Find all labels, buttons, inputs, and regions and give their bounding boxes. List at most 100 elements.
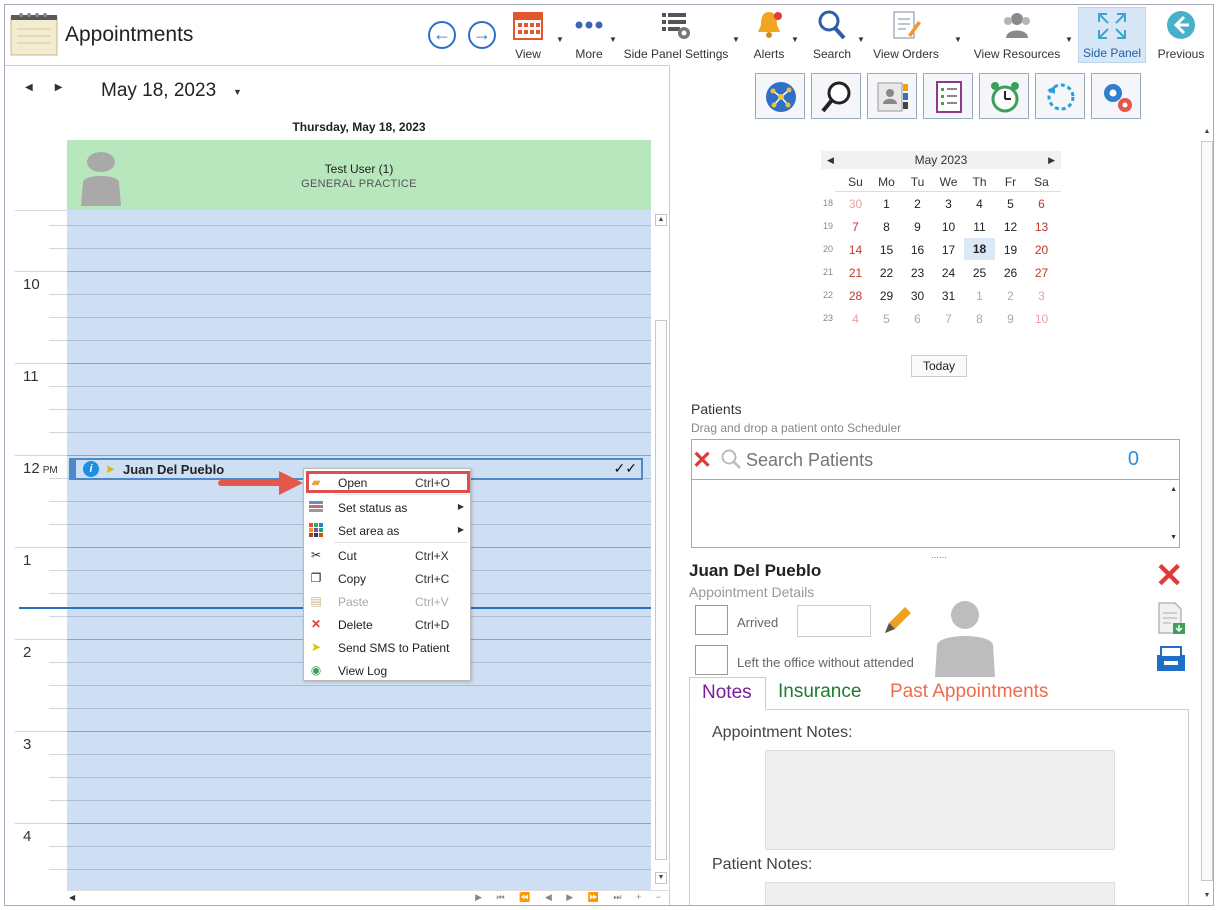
calendar-day[interactable]: 4 <box>964 197 995 211</box>
calendar-day[interactable]: 3 <box>1026 289 1057 303</box>
calendar-day[interactable]: 16 <box>902 243 933 257</box>
view-orders-button[interactable]: View Orders <box>869 7 943 63</box>
more-dropdown-icon[interactable]: ▼ <box>609 35 617 44</box>
back-arrow-icon[interactable]: ← <box>428 21 456 49</box>
menu-item-copy[interactable]: ❐ Copy Ctrl+C <box>304 567 470 590</box>
scroll-up-icon[interactable]: ▲ <box>655 214 667 226</box>
splitter-handle[interactable]: ⋯⋯ <box>931 553 947 562</box>
side-panel-settings-button[interactable]: Side Panel Settings <box>622 7 730 63</box>
scroll-thumb[interactable] <box>655 320 667 860</box>
menu-item-send-sms[interactable]: ➤ Send SMS to Patient <box>304 636 470 659</box>
view-resources-button[interactable]: View Resources <box>970 7 1064 63</box>
date-dropdown-icon[interactable]: ▼ <box>233 87 242 97</box>
calendar-day[interactable]: 7 <box>840 220 871 234</box>
arrived-checkbox[interactable] <box>695 605 728 635</box>
resources-dropdown-icon[interactable]: ▼ <box>1065 35 1073 44</box>
more-button[interactable]: More <box>567 7 611 63</box>
calendar-day[interactable]: 18 <box>964 238 995 260</box>
info-icon[interactable]: i <box>83 461 99 477</box>
scroll-down-icon[interactable]: ▼ <box>655 872 667 884</box>
calendar-day[interactable]: 10 <box>933 220 964 234</box>
resource-navigator[interactable]: ▶ ⏮ ⏪ ◀ ▶ ⏩ ⏭ + − <box>475 892 667 903</box>
calendar-day[interactable]: 7 <box>933 312 964 326</box>
checklist-button[interactable] <box>923 73 973 119</box>
calendar-day[interactable]: 15 <box>871 243 902 257</box>
calendar-day[interactable]: 30 <box>840 197 871 211</box>
clear-search-icon[interactable]: ✕ <box>692 446 712 475</box>
calendar-day[interactable]: 17 <box>933 243 964 257</box>
contact-card-button[interactable] <box>867 73 917 119</box>
scroll-left-icon[interactable]: ◀ <box>69 893 75 902</box>
orders-dropdown-icon[interactable]: ▼ <box>954 35 962 44</box>
calendar-day[interactable]: 13 <box>1026 220 1057 234</box>
calendar-day[interactable]: 1 <box>871 197 902 211</box>
calendar-day[interactable]: 1 <box>964 289 995 303</box>
calendar-day[interactable]: 29 <box>871 289 902 303</box>
close-details-icon[interactable]: ✕ <box>1155 559 1184 593</box>
document-download-icon[interactable] <box>1155 601 1187 635</box>
view-dropdown-icon[interactable]: ▼ <box>556 35 564 44</box>
calendar-day[interactable]: 27 <box>1026 266 1057 280</box>
menu-item-paste[interactable]: ▤ Paste Ctrl+V <box>304 590 470 613</box>
tab-notes[interactable]: Notes <box>689 677 766 710</box>
settings-button[interactable] <box>1091 73 1141 119</box>
forward-arrow-icon[interactable]: → <box>468 21 496 49</box>
calendar-day[interactable]: 5 <box>871 312 902 326</box>
calendar-day[interactable]: 21 <box>840 266 871 280</box>
tab-insurance[interactable]: Insurance <box>766 677 873 710</box>
prev-day-icon[interactable]: ◀ <box>25 82 33 93</box>
side-panel-scrollbar[interactable]: ▲ ▼ <box>1199 125 1213 905</box>
calendar-day[interactable]: 12 <box>995 220 1026 234</box>
calendar-day[interactable]: 19 <box>995 243 1026 257</box>
calendar-day[interactable]: 8 <box>871 220 902 234</box>
left-office-checkbox[interactable] <box>695 645 728 675</box>
search-button[interactable]: Search <box>807 7 857 63</box>
menu-item-set-status[interactable]: Set status as ▶ <box>304 496 470 519</box>
calendar-day[interactable]: 22 <box>871 266 902 280</box>
alarm-button[interactable] <box>979 73 1029 119</box>
pencil-icon[interactable] <box>881 603 915 637</box>
calendar-day[interactable]: 8 <box>964 312 995 326</box>
scheduler-vertical-scrollbar[interactable]: ▲ ▼ <box>653 210 669 890</box>
scroll-thumb[interactable] <box>1201 141 1213 881</box>
tab-past-appointments[interactable]: Past Appointments <box>878 677 1060 710</box>
next-month-icon[interactable]: ▶ <box>1048 151 1055 169</box>
refresh-button[interactable] <box>1035 73 1085 119</box>
calendar-day[interactable]: 24 <box>933 266 964 280</box>
menu-item-set-area[interactable]: Set area as ▶ <box>304 519 470 542</box>
search-dropdown-icon[interactable]: ▼ <box>857 35 865 44</box>
calendar-day[interactable]: 14 <box>840 243 871 257</box>
calendar-day[interactable]: 10 <box>1026 312 1057 326</box>
next-day-icon[interactable]: ▶ <box>55 82 63 93</box>
calendar-day[interactable]: 30 <box>902 289 933 303</box>
inbox-tray-icon[interactable] <box>1155 643 1187 673</box>
calendar-day[interactable]: 31 <box>933 289 964 303</box>
prev-month-icon[interactable]: ◀ <box>827 151 834 169</box>
calendar-day[interactable]: 26 <box>995 266 1026 280</box>
calendar-day[interactable]: 9 <box>995 312 1026 326</box>
menu-item-view-log[interactable]: ◉ View Log <box>304 659 470 682</box>
calendar-day[interactable]: 5 <box>995 197 1026 211</box>
calendar-day[interactable]: 6 <box>902 312 933 326</box>
today-button[interactable]: Today <box>911 355 967 377</box>
scroll-down-icon[interactable]: ▼ <box>1170 534 1177 541</box>
calendar-day[interactable]: 11 <box>964 220 995 234</box>
side-panel-button[interactable]: Side Panel <box>1078 7 1146 63</box>
alerts-button[interactable]: Alerts <box>747 7 791 63</box>
calendar-day[interactable]: 4 <box>840 312 871 326</box>
calendar-day[interactable]: 2 <box>995 289 1026 303</box>
scroll-up-icon[interactable]: ▲ <box>1170 486 1177 493</box>
search-panel-button[interactable] <box>811 73 861 119</box>
calendar-day[interactable]: 6 <box>1026 197 1057 211</box>
network-button[interactable] <box>755 73 805 119</box>
alerts-dropdown-icon[interactable]: ▼ <box>791 35 799 44</box>
calendar-day[interactable]: 2 <box>902 197 933 211</box>
arrived-time-field[interactable] <box>797 605 871 637</box>
current-date[interactable]: May 18, 2023 <box>101 80 216 102</box>
menu-item-cut[interactable]: ✂ Cut Ctrl+X <box>304 544 470 567</box>
calendar-day[interactable]: 20 <box>1026 243 1057 257</box>
calendar-day[interactable]: 28 <box>840 289 871 303</box>
calendar-day[interactable]: 25 <box>964 266 995 280</box>
menu-item-delete[interactable]: ✕ Delete Ctrl+D <box>304 613 470 636</box>
calendar-day[interactable]: 3 <box>933 197 964 211</box>
